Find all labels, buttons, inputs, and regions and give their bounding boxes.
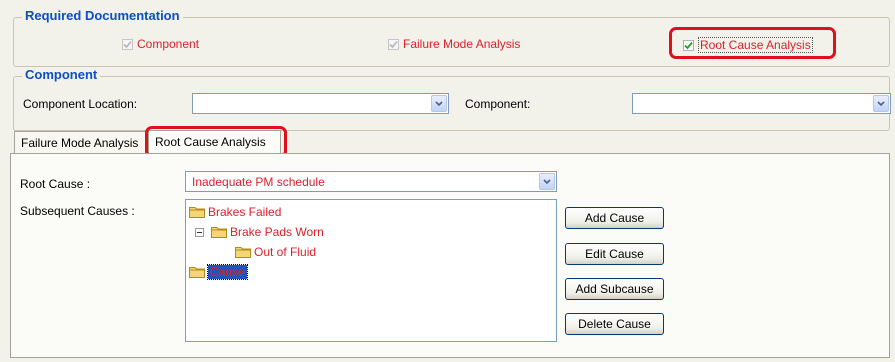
tree-node-out-of-fluid[interactable]: Out of Fluid <box>235 245 316 259</box>
checkbox-checked-icon <box>388 38 399 50</box>
failure-mode-doc-label: Failure Mode Analysis <box>403 37 521 51</box>
root-cause-value: Inadequate PM schedule <box>192 175 325 189</box>
component-location-label: Component Location: <box>23 97 138 111</box>
folder-icon <box>211 227 227 238</box>
tab-failure-mode-analysis-label: Failure Mode Analysis <box>21 136 139 150</box>
failure-mode-doc-checkbox[interactable]: Failure Mode Analysis <box>388 37 520 51</box>
chevron-down-icon[interactable] <box>873 95 889 112</box>
component-select[interactable] <box>632 93 891 114</box>
tree-node-cause[interactable]: Cause <box>189 264 248 280</box>
chevron-down-icon[interactable] <box>539 173 555 190</box>
root-cause-select[interactable]: Inadequate PM schedule <box>185 171 557 192</box>
component-label: Component: <box>465 97 531 111</box>
component-location-select[interactable] <box>192 93 449 114</box>
tree-node-label: Out of Fluid <box>254 245 317 259</box>
tree-node-brake-pads-worn[interactable]: Brake Pads Worn <box>195 225 324 239</box>
component-group-legend: Component <box>22 67 101 82</box>
tree-node-brakes-failed[interactable]: Brakes Failed <box>189 205 281 219</box>
root-cause-doc-highlight <box>669 27 836 59</box>
delete-cause-button[interactable]: Delete Cause <box>565 313 664 335</box>
add-cause-button[interactable]: Add Cause <box>565 207 664 229</box>
subsequent-causes-tree[interactable]: Brakes Failed Brake Pads Worn Out of Flu… <box>185 199 557 342</box>
add-subcause-button[interactable]: Add Subcause <box>565 278 664 300</box>
folder-icon <box>189 207 205 218</box>
edit-cause-button[interactable]: Edit Cause <box>565 243 664 265</box>
chevron-down-icon[interactable] <box>431 95 447 112</box>
collapse-icon[interactable] <box>195 227 204 237</box>
tree-node-label: Brakes Failed <box>208 205 282 219</box>
tree-node-label-selected: Cause <box>207 264 248 280</box>
required-documentation-legend: Required Documentation <box>22 8 183 23</box>
subsequent-causes-label: Subsequent Causes : <box>20 204 135 218</box>
component-doc-label: Component <box>137 37 200 51</box>
checkbox-checked-icon <box>122 38 133 50</box>
folder-icon <box>235 247 251 258</box>
root-cause-label: Root Cause : <box>20 177 91 191</box>
folder-icon <box>189 267 205 278</box>
tree-node-label: Brake Pads Worn <box>230 225 324 239</box>
component-doc-checkbox[interactable]: Component <box>122 37 199 51</box>
tab-failure-mode-analysis[interactable]: Failure Mode Analysis <box>14 131 147 153</box>
